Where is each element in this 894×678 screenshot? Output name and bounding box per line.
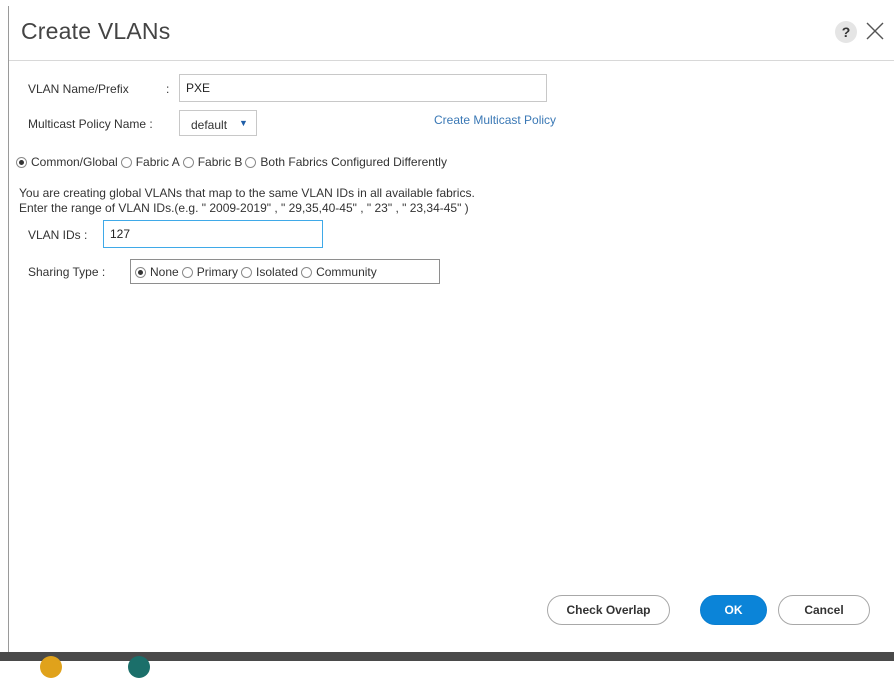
vlan-name-label: VLAN Name/Prefix — [28, 82, 129, 96]
radio-fabric-a[interactable]: Fabric A — [120, 155, 180, 169]
radio-unchecked-icon — [241, 266, 253, 278]
radio-checked-icon — [135, 266, 146, 278]
info-text-line-1: You are creating global VLANs that map t… — [19, 186, 475, 200]
radio-label: Isolated — [256, 265, 299, 279]
multicast-policy-value: default — [191, 118, 228, 132]
radio-label: Fabric A — [135, 155, 180, 169]
sharing-radio-row: None Primary Isolated Community — [135, 265, 380, 279]
radio-sharing-primary[interactable]: Primary — [181, 265, 239, 279]
help-icon[interactable]: ? — [835, 21, 857, 43]
chevron-down-icon: ▼ — [239, 118, 248, 128]
sharing-type-label: Sharing Type : — [28, 265, 106, 279]
radio-checked-icon — [16, 156, 27, 168]
radio-fabric-b[interactable]: Fabric B — [182, 155, 243, 169]
ok-button[interactable]: OK — [700, 595, 767, 625]
multicast-policy-label: Multicast Policy Name : — [28, 117, 153, 131]
vlan-ids-input[interactable] — [103, 220, 323, 248]
header-divider — [9, 60, 894, 61]
radio-label: Fabric B — [197, 155, 243, 169]
dialog-title: Create VLANs — [21, 18, 171, 44]
radio-label: None — [150, 265, 179, 279]
create-multicast-policy-link[interactable]: Create Multicast Policy — [434, 113, 556, 127]
vlan-name-separator: : — [166, 82, 170, 96]
create-vlans-dialog: Create VLANs ? VLAN Name/Prefix : Multic… — [8, 6, 894, 652]
cancel-button[interactable]: Cancel — [778, 595, 870, 625]
radio-unchecked-icon — [182, 156, 194, 168]
radio-label: Primary — [196, 265, 239, 279]
background-app-icon — [40, 656, 62, 678]
radio-unchecked-icon — [301, 266, 313, 278]
radio-common-global[interactable]: Common/Global — [16, 155, 118, 169]
radio-unchecked-icon — [181, 266, 193, 278]
close-icon[interactable] — [864, 20, 886, 42]
radio-unchecked-icon — [120, 156, 132, 168]
background-taskbar-strip — [0, 652, 894, 678]
background-app-icon — [128, 656, 150, 678]
radio-sharing-community[interactable]: Community — [301, 265, 377, 279]
radio-unchecked-icon — [245, 156, 257, 168]
check-overlap-button[interactable]: Check Overlap — [547, 595, 670, 625]
radio-sharing-none[interactable]: None — [135, 265, 179, 279]
vlan-name-input[interactable] — [179, 74, 547, 102]
radio-sharing-isolated[interactable]: Isolated — [241, 265, 298, 279]
radio-label: Community — [316, 265, 377, 279]
info-text-line-2: Enter the range of VLAN IDs.(e.g. " 2009… — [19, 201, 469, 215]
radio-label: Both Fabrics Configured Differently — [260, 155, 447, 169]
fabric-radio-group: Common/Global Fabric A Fabric B Both Fab… — [16, 155, 450, 169]
radio-both-fabrics[interactable]: Both Fabrics Configured Differently — [245, 155, 447, 169]
radio-label: Common/Global — [31, 155, 118, 169]
vlan-ids-label: VLAN IDs : — [28, 228, 88, 242]
multicast-policy-select[interactable]: default ▼ — [179, 110, 257, 136]
sharing-type-group: None Primary Isolated Community — [130, 259, 440, 284]
